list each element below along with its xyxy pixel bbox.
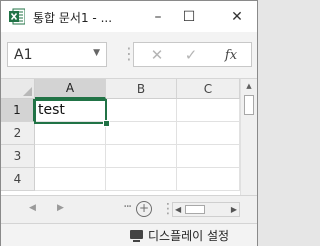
excel-icon xyxy=(9,8,25,25)
cell-a3[interactable] xyxy=(35,145,106,168)
name-box-value: A1 xyxy=(14,47,33,63)
horizontal-scrollbar[interactable]: ◀ ▶ xyxy=(172,202,240,217)
maximize-button[interactable]: ☐ xyxy=(172,1,206,32)
scroll-up-icon[interactable]: ▲ xyxy=(241,79,257,93)
cell-b1[interactable] xyxy=(106,99,177,122)
name-box[interactable]: A1 ▼ xyxy=(7,42,107,67)
fill-handle[interactable] xyxy=(103,120,110,127)
sheet-prev-icon[interactable]: ◀ xyxy=(29,203,36,213)
scroll-right-icon[interactable]: ▶ xyxy=(231,205,237,214)
column-header-b[interactable]: B xyxy=(106,79,177,99)
title-bar: 통합 문서1 - ... – ☐ ✕ xyxy=(1,1,257,32)
column-header-a[interactable]: A xyxy=(35,79,106,99)
column-header-c[interactable]: C xyxy=(177,79,240,99)
cancel-icon[interactable]: ✕ xyxy=(144,45,170,65)
formula-separator: ⋮ xyxy=(121,44,137,63)
select-all-corner[interactable] xyxy=(1,79,35,99)
add-sheet-button[interactable]: + xyxy=(136,201,152,217)
sheet-tab-bar: ◀ ▶ ··· + ⋮ ◀ ▶ xyxy=(1,195,257,224)
row-header-3[interactable]: 3 xyxy=(1,145,35,168)
chevron-down-icon[interactable]: ▼ xyxy=(93,48,100,58)
insert-function-icon[interactable]: fx xyxy=(218,45,244,65)
window-title: 통합 문서1 - ... xyxy=(33,11,113,25)
close-button[interactable]: ✕ xyxy=(220,1,254,32)
cell-c1[interactable] xyxy=(177,99,240,122)
more-sheets-icon[interactable]: ··· xyxy=(123,199,132,215)
vertical-scrollbar[interactable]: ▲ xyxy=(240,79,257,195)
cell-c4[interactable] xyxy=(177,168,240,191)
display-icon[interactable] xyxy=(130,230,143,242)
scroll-left-icon[interactable]: ◀ xyxy=(175,205,181,214)
cell-b2[interactable] xyxy=(106,122,177,145)
enter-check-icon[interactable]: ✓ xyxy=(178,45,204,65)
cell-a4[interactable] xyxy=(35,168,106,191)
cell-b3[interactable] xyxy=(106,145,177,168)
display-settings-label[interactable]: 디스플레이 설정 xyxy=(148,227,229,244)
row-header-2[interactable]: 2 xyxy=(1,122,35,145)
status-bar: 디스플레이 설정 xyxy=(1,223,257,246)
horizontal-scroll-thumb[interactable] xyxy=(185,205,205,214)
excel-window: 통합 문서1 - ... – ☐ ✕ A1 ▼ ⋮ ✕ ✓ fx A B C 1… xyxy=(0,0,258,246)
cell-a1[interactable]: test xyxy=(35,99,106,122)
cell-a2[interactable] xyxy=(35,122,106,145)
cell-c3[interactable] xyxy=(177,145,240,168)
sheet-next-icon[interactable]: ▶ xyxy=(57,203,64,213)
formula-controls: ✕ ✓ fx xyxy=(133,42,252,67)
spreadsheet-grid: A B C 1 2 3 4 test ▲ xyxy=(1,79,257,195)
row-header-1[interactable]: 1 xyxy=(1,99,35,122)
row-header-4[interactable]: 4 xyxy=(1,168,35,191)
select-all-triangle-icon xyxy=(23,87,32,96)
formula-row: A1 ▼ ⋮ ✕ ✓ fx xyxy=(1,32,257,79)
vertical-scroll-thumb[interactable] xyxy=(244,95,254,115)
minimize-button[interactable]: – xyxy=(141,1,175,32)
cell-c2[interactable] xyxy=(177,122,240,145)
cell-b4[interactable] xyxy=(106,168,177,191)
